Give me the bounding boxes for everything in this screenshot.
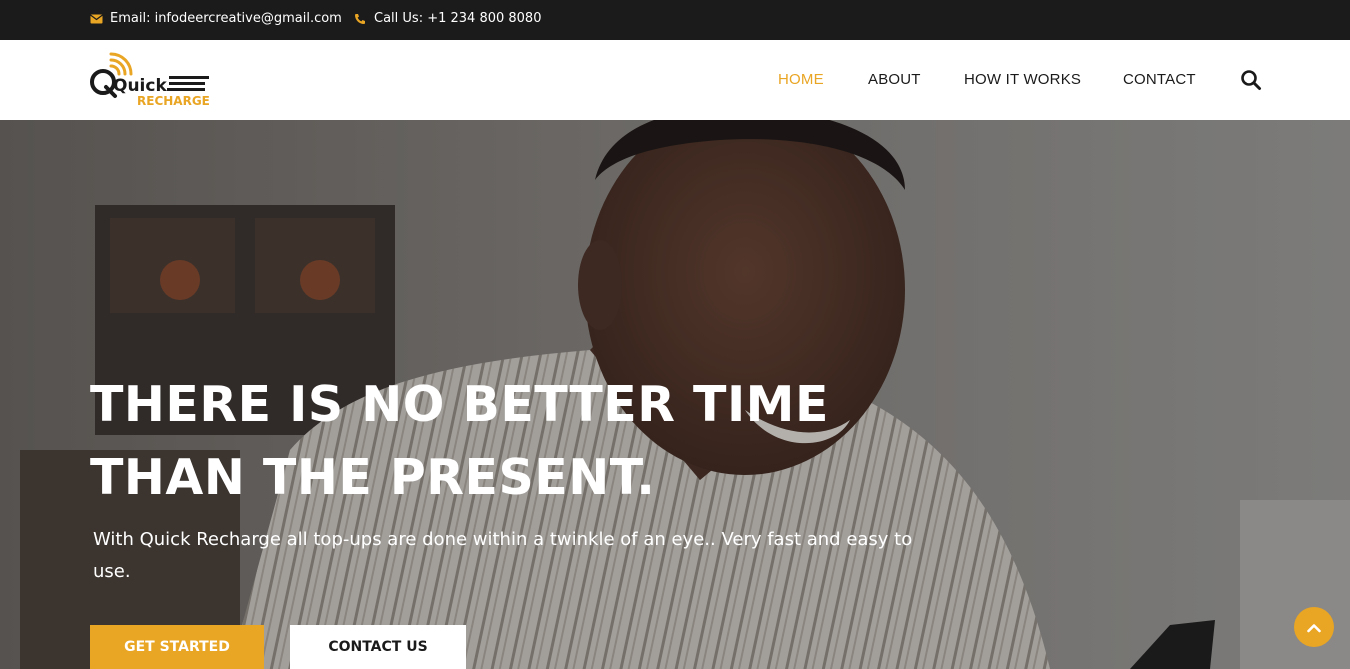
logo-word-recharge: RECHARGE (137, 94, 210, 108)
nav-contact[interactable]: CONTACT (1123, 71, 1196, 88)
nav-home[interactable]: HOME (778, 71, 824, 88)
email-text: Email: infodeercreative@gmail.com (110, 11, 342, 26)
chevron-up-icon (1307, 618, 1321, 637)
search-icon[interactable] (1240, 69, 1262, 91)
top-bar: Email: infodeercreative@gmail.com Call U… (0, 0, 1350, 40)
contact-us-button[interactable]: CONTACT US (290, 625, 466, 669)
scroll-to-top-button[interactable] (1294, 607, 1334, 647)
hero-headline-line-2: THAN THE PRESENT. (90, 449, 656, 506)
email-contact[interactable]: Email: infodeercreative@gmail.com (89, 11, 342, 26)
phone-contact[interactable]: Call Us: +1 234 800 8080 (353, 11, 541, 26)
brand-logo[interactable]: Quick RECHARGE (89, 52, 215, 108)
envelope-icon (89, 12, 103, 26)
nav-how-it-works[interactable]: HOW IT WORKS (964, 71, 1081, 88)
logo-word-quick: Quick (113, 76, 167, 96)
hero-headline-line-1: THERE IS NO BETTER TIME (90, 376, 829, 433)
hero-subtext: With Quick Recharge all top-ups are done… (93, 529, 913, 582)
get-started-button[interactable]: GET STARTED (90, 625, 264, 669)
phone-icon (353, 12, 367, 26)
hero-section: THERE IS NO BETTER TIME THAN THE PRESENT… (0, 120, 1350, 669)
nav-about[interactable]: ABOUT (868, 71, 921, 88)
hero-headline: THERE IS NO BETTER TIME THAN THE PRESENT… (90, 368, 890, 514)
site-header: Quick RECHARGE HOME ABOUT HOW IT WORKS C… (0, 40, 1350, 120)
phone-text: Call Us: +1 234 800 8080 (374, 11, 542, 26)
